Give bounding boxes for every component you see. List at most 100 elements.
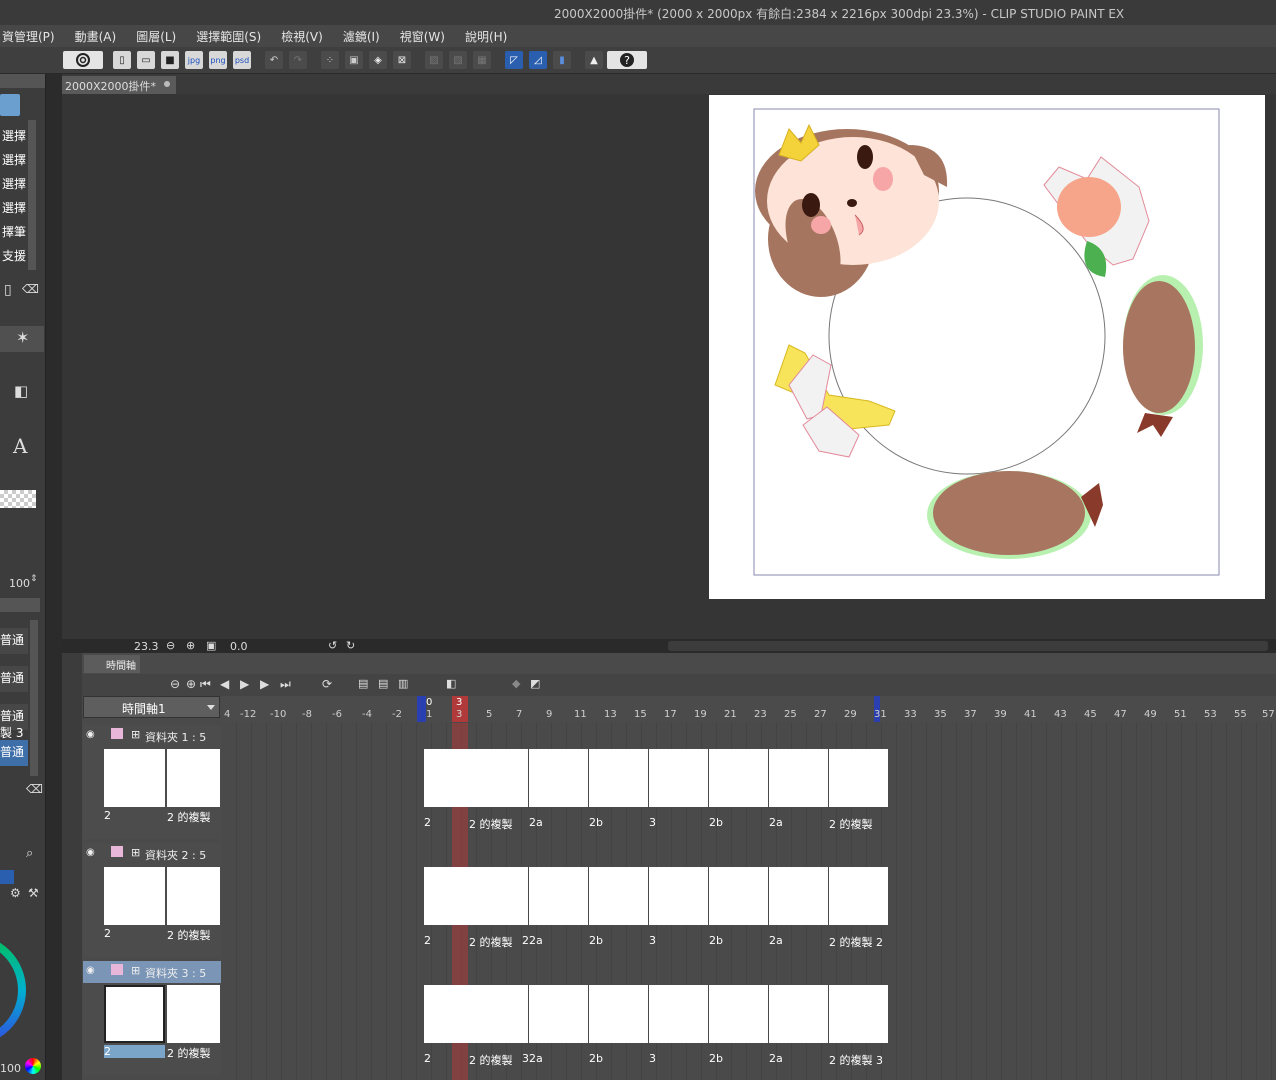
expand-icon[interactable]: ⊞ <box>131 728 140 741</box>
cel[interactable] <box>589 985 648 1043</box>
cel[interactable] <box>829 985 888 1043</box>
snap-grid-icon[interactable]: ▮ <box>553 51 571 69</box>
cel[interactable] <box>769 985 828 1043</box>
track-header-1[interactable]: ◉ ⊞ 資料夾 1 : 5 2 2 的複製 <box>83 725 221 839</box>
menu-layer[interactable]: 圖層(L) <box>126 25 186 47</box>
menu-help[interactable]: 說明(H) <box>455 25 517 47</box>
timeline-tab[interactable]: 時間軸 <box>84 655 140 673</box>
deselect-icon[interactable]: ⁘ <box>321 51 339 69</box>
loop-icon[interactable]: ⟳ <box>322 677 332 691</box>
cel[interactable] <box>469 749 528 807</box>
cel[interactable] <box>709 985 768 1043</box>
color-swatch-icon[interactable] <box>0 870 14 884</box>
learn-icon[interactable]: ▲ <box>585 51 603 69</box>
track-2-thumb-2[interactable] <box>167 867 220 925</box>
menu-view[interactable]: 檢視(V) <box>271 25 333 47</box>
layer-item-4[interactable]: 製 3 <box>0 724 28 740</box>
track-1-thumb-1[interactable] <box>104 749 165 807</box>
track-header-2[interactable]: ◉ ⊞ 資料夾 2 : 5 2 2 的複製 <box>83 843 221 957</box>
layer-item-1[interactable]: 普通 <box>0 628 28 654</box>
opacity-value[interactable]: 100 <box>9 577 30 590</box>
start-marker[interactable] <box>417 696 426 722</box>
tool-selected-swatch[interactable] <box>0 94 20 116</box>
select-all-icon[interactable]: ▣ <box>345 51 363 69</box>
specify-cels-icon[interactable]: ▤ <box>378 677 388 690</box>
sub-tool-6[interactable]: 支援 <box>0 244 26 266</box>
document-tab[interactable]: 2000X2000掛件* <box>62 76 177 94</box>
layer-scrollbar[interactable] <box>30 620 38 776</box>
cel[interactable] <box>769 867 828 925</box>
undo-icon[interactable]: ↶ <box>265 51 283 69</box>
fill-icon[interactable]: ▨ <box>425 51 443 69</box>
color-mode-icon[interactable] <box>25 1058 41 1074</box>
fill-2-icon[interactable]: ▧ <box>449 51 467 69</box>
export-png-icon[interactable]: png <box>209 51 227 69</box>
track-row-2[interactable]: 2 2 的複製 22a 2b 3 2b 2a 2 的複製 2 <box>424 843 888 957</box>
sub-tool-1[interactable]: 選擇 <box>0 124 26 146</box>
sub-tool-3[interactable]: 選擇 <box>0 172 26 194</box>
zoom-out-timeline-icon[interactable]: ⊖ <box>170 677 180 691</box>
gear-icon[interactable]: ⚙ <box>10 886 21 900</box>
delete-sub-tool-icon[interactable]: ⌫ <box>22 282 39 296</box>
rotation-value[interactable]: 0.0 <box>230 640 248 653</box>
canvas-area[interactable] <box>62 94 1276 639</box>
track-row-3[interactable]: 2 2 的複製 32a 2b 3 2b 2a 2 的複製 3 <box>424 961 888 1075</box>
track-1-thumb-2[interactable] <box>167 749 220 807</box>
sub-tool-2[interactable]: 選擇 <box>0 148 26 170</box>
cel[interactable] <box>589 867 648 925</box>
new-file-icon[interactable]: ▯ <box>113 51 131 69</box>
clear-icon[interactable]: ◈ <box>369 51 387 69</box>
search-icon[interactable]: ⌕ <box>26 846 33 861</box>
zoom-out-icon[interactable]: ⊖ <box>166 639 175 652</box>
cel[interactable] <box>829 749 888 807</box>
cel[interactable] <box>529 985 588 1043</box>
text-tool-icon[interactable]: A <box>13 434 27 458</box>
eye-icon[interactable]: ◉ <box>86 965 95 976</box>
keyframe-edit-icon[interactable]: ◩ <box>530 677 540 690</box>
keyframe-icon[interactable]: ◆ <box>512 677 520 690</box>
transparent-color-swatch[interactable] <box>0 490 36 508</box>
menu-file[interactable]: 資管理(P) <box>0 25 65 47</box>
save-icon[interactable]: ■ <box>161 51 179 69</box>
eye-icon[interactable]: ◉ <box>86 847 95 858</box>
export-jpg-icon[interactable]: jpg <box>185 51 203 69</box>
close-icon[interactable] <box>164 81 171 87</box>
expand-icon[interactable]: ⊞ <box>131 846 140 859</box>
timeline-selector[interactable]: 時間軸1 <box>83 696 220 718</box>
clip-studio-icon[interactable] <box>63 51 103 69</box>
sub-tool-5[interactable]: 擇筆 <box>0 220 26 242</box>
eraser-icon[interactable]: ◧ <box>14 382 28 400</box>
track-3-thumb-1[interactable] <box>104 985 165 1043</box>
frame-ruler[interactable]: 0 3 4 -12 -10 -8 -6 -4 -2 1 3 5 7 9 11 1… <box>222 696 1276 722</box>
rotate-left-icon[interactable]: ↺ <box>328 639 337 652</box>
chevron-down-icon[interactable] <box>207 705 215 710</box>
cel[interactable] <box>829 867 888 925</box>
cel[interactable] <box>709 867 768 925</box>
menu-window[interactable]: 視窗(W) <box>390 25 455 47</box>
menu-selection[interactable]: 選擇範圍(S) <box>186 25 271 47</box>
menu-animation[interactable]: 動畫(A) <box>65 25 127 47</box>
onion-skin-icon[interactable]: ◧ <box>446 677 456 690</box>
snap-ruler-icon[interactable]: ◸ <box>505 51 523 69</box>
cel[interactable] <box>649 985 708 1043</box>
zoom-in-timeline-icon[interactable]: ⊕ <box>186 677 196 691</box>
next-frame-icon[interactable]: ▶ <box>260 677 269 691</box>
first-frame-icon[interactable]: ⏮ <box>200 677 211 692</box>
opacity-stepper-icon[interactable]: ⇕ <box>30 574 38 584</box>
track-header-3[interactable]: ◉ ⊞ 資料夾 3 : 5 2 2 的複製 <box>83 961 221 1075</box>
track-3-thumb-2[interactable] <box>167 985 220 1043</box>
layer-item-5-selected[interactable]: 普通 <box>0 740 28 766</box>
cel[interactable] <box>709 749 768 807</box>
color-value[interactable]: 100 <box>0 1062 21 1075</box>
rotate-right-icon[interactable]: ↻ <box>346 639 355 652</box>
track-row-1[interactable]: 2 2 的複製 2a 2b 3 2b 2a 2 的複製 <box>424 725 888 839</box>
eye-icon[interactable]: ◉ <box>86 729 95 740</box>
crop-icon[interactable]: ▦ <box>473 51 491 69</box>
cel[interactable] <box>589 749 648 807</box>
prev-frame-icon[interactable]: ◀ <box>220 677 229 691</box>
sub-tool-4[interactable]: 選擇 <box>0 196 26 218</box>
wrench-icon[interactable]: ⚒ <box>28 886 39 900</box>
open-file-icon[interactable]: ▭ <box>137 51 155 69</box>
cel-list-icon[interactable]: ▥ <box>398 677 408 690</box>
magic-wand-icon[interactable]: ✶ <box>16 328 29 347</box>
